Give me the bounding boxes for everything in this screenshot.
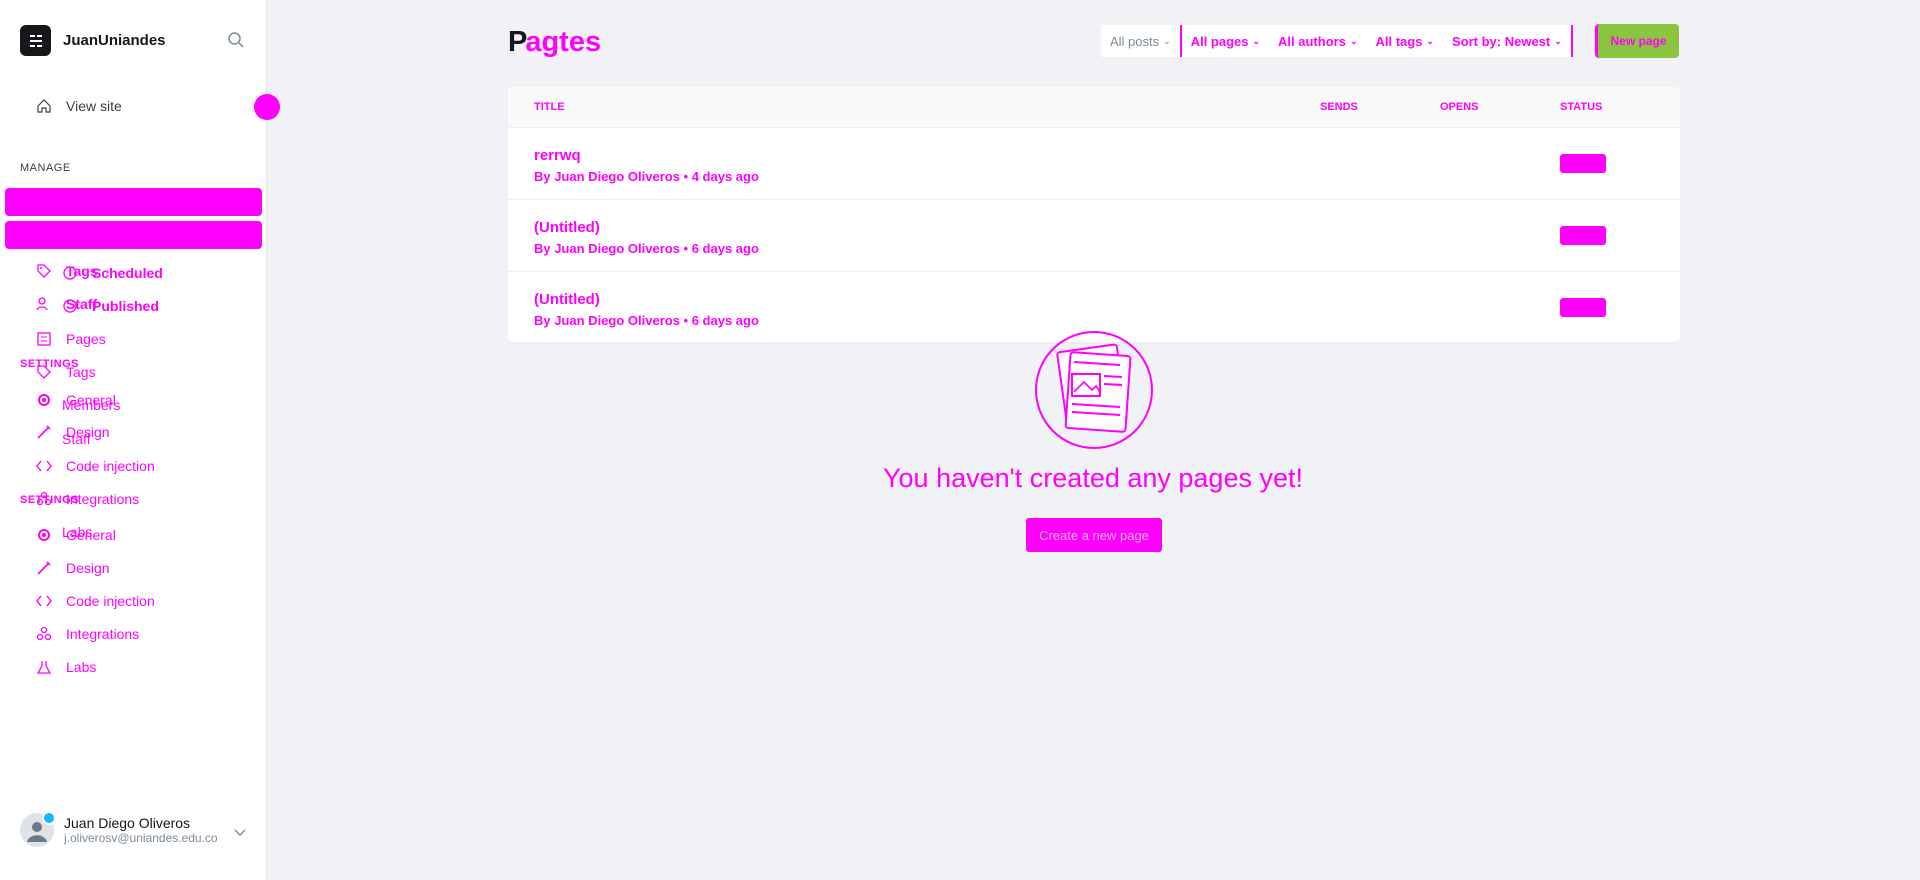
sidebar-item-published[interactable]: Published (62, 297, 159, 315)
sidebar-item-label: Design (66, 560, 110, 576)
status-badge (1560, 298, 1606, 317)
chevron-down-icon: ⌄ (1426, 35, 1434, 46)
brush-icon (36, 560, 52, 576)
empty-pages-illustration-icon (1034, 330, 1154, 450)
sidebar-item-labs-2[interactable]: Labs (36, 658, 96, 676)
check-icon (62, 298, 78, 314)
sidebar-item-pages[interactable]: Pages (36, 330, 106, 348)
sidebar-item-label: Code injection (66, 593, 155, 609)
labs-icon (36, 659, 52, 675)
sidebar-item-label: Integrations (66, 626, 140, 642)
empty-state-message: You haven't created any pages yet! (883, 463, 1303, 493)
chevron-down-icon: ⌄ (1554, 35, 1562, 46)
row-meta: By Juan Diego Oliveros • 4 days ago (534, 169, 759, 184)
page-title-overlay: agtes (525, 26, 602, 58)
new-page-button[interactable]: New page (1595, 24, 1679, 58)
status-badge (1560, 226, 1606, 245)
staff-icon (36, 296, 52, 312)
row-title[interactable]: (Untitled) (534, 219, 600, 236)
chevron-down-icon: ⌄ (1252, 35, 1261, 46)
gear-icon (36, 527, 52, 543)
brand[interactable]: JuanUniandes (20, 25, 166, 56)
sidebar-item-label: Members (62, 397, 121, 413)
pages-table: TITLE SENDS OPENS STATUS rerrwq By Juan … (508, 87, 1680, 342)
row-title[interactable]: rerrwq (534, 147, 581, 164)
sidebar-item-scheduled[interactable]: Scheduled (62, 264, 163, 282)
avatar (20, 811, 56, 847)
row-title[interactable]: (Untitled) (534, 291, 600, 308)
sidebar-item-design-2[interactable]: Design (36, 559, 110, 577)
row-meta: By Juan Diego Oliveros • 6 days ago (534, 313, 759, 328)
sidebar-item-label: Tags (66, 364, 96, 380)
filter-sort[interactable]: Sort by: Newest ⌄ (1443, 25, 1573, 57)
home-icon (36, 98, 52, 114)
sidebar-item-general-2[interactable]: General (36, 526, 116, 544)
tag-icon (36, 364, 52, 380)
sidebar-item-label: Published (92, 298, 159, 314)
table-row[interactable]: (Untitled) By Juan Diego Oliveros • 6 da… (508, 199, 1680, 272)
filter-tag[interactable]: All tags ⌄ (1366, 25, 1443, 57)
filter-visibility[interactable]: All pages ⌄ (1182, 25, 1269, 57)
column-title[interactable]: TITLE (534, 101, 565, 113)
search-icon[interactable] (227, 31, 247, 51)
column-status[interactable]: STATUS (1560, 101, 1602, 113)
gear-icon (36, 392, 52, 408)
sidebar-item-view-site[interactable]: View site (36, 97, 122, 115)
sidebar-item-label: General (66, 527, 116, 543)
filter-label: All tags (1375, 33, 1423, 49)
sidebar-item-label: Pages (66, 331, 106, 347)
manage-section-label: MANAGE (20, 162, 71, 174)
filter-bar: All posts ⌄ All pages ⌄ All authors ⌄ All t… (1101, 25, 1573, 57)
table-row[interactable]: rerrwq By Juan Diego Oliveros • 4 days a… (508, 127, 1680, 200)
chevron-down-icon: ⌄ (1349, 35, 1358, 46)
sidebar-item-label: Staff (62, 431, 91, 447)
notification-dot (42, 811, 56, 825)
table-header: TITLE SENDS OPENS STATUS (508, 87, 1680, 128)
sidebar-item-staff-2[interactable]: Staff (62, 430, 91, 448)
clock-icon (62, 265, 78, 281)
sidebar-item-label: Scheduled (92, 265, 163, 281)
sidebar-item-drafts-highlight[interactable] (5, 221, 262, 249)
pages-icon (36, 331, 52, 347)
filter-label: Sort by: Newest (1452, 33, 1551, 49)
column-sends[interactable]: SENDS (1320, 101, 1358, 113)
user-name: Juan Diego Oliveros (64, 815, 191, 831)
site-name: JuanUniandes (63, 32, 166, 49)
sidebar-item-tags-2[interactable]: Tags (36, 363, 96, 381)
sidebar-item-posts-highlight[interactable] (5, 188, 262, 216)
sidebar-item-integrations-2[interactable]: Integrations (36, 625, 139, 643)
sidebar: JuanUniandes View site MANAGE Tags Sched… (0, 0, 280, 880)
integrations-icon (36, 626, 52, 642)
code-icon (36, 593, 52, 609)
chevron-down-icon[interactable] (233, 825, 247, 843)
status-badge (1560, 154, 1606, 173)
site-logo-icon (20, 25, 51, 56)
filter-author[interactable]: All authors ⌄ (1269, 25, 1366, 57)
page-title: Pagtes (508, 26, 601, 59)
brush-icon (36, 424, 52, 440)
settings-section-label-2: SETTINGS (20, 494, 80, 506)
filter-label: All authors (1278, 33, 1346, 49)
sidebar-item-members[interactable]: Members (62, 396, 120, 414)
user-menu[interactable]: Juan Diego Oliveros j.oliverosv@uniandes… (20, 811, 224, 847)
sidebar-item-label: Labs (66, 659, 97, 675)
filter-type[interactable]: All posts ⌄ (1101, 25, 1182, 57)
create-new-page-button[interactable]: Create a new page (1026, 518, 1162, 552)
chevron-down-icon: ⌄ (1163, 35, 1171, 46)
sidebar-item-label: View site (66, 98, 122, 114)
tag-icon (36, 263, 52, 279)
user-email: j.oliverosv@uniandes.edu.co (64, 831, 218, 845)
cursor-marker (254, 94, 280, 120)
row-meta: By Juan Diego Oliveros • 6 days ago (534, 241, 759, 256)
sidebar-item-code-injection-2[interactable]: Code injection (36, 592, 155, 610)
filter-label: All pages (1190, 33, 1249, 49)
column-opens[interactable]: OPENS (1440, 101, 1479, 113)
filter-label: All posts (1110, 33, 1160, 49)
